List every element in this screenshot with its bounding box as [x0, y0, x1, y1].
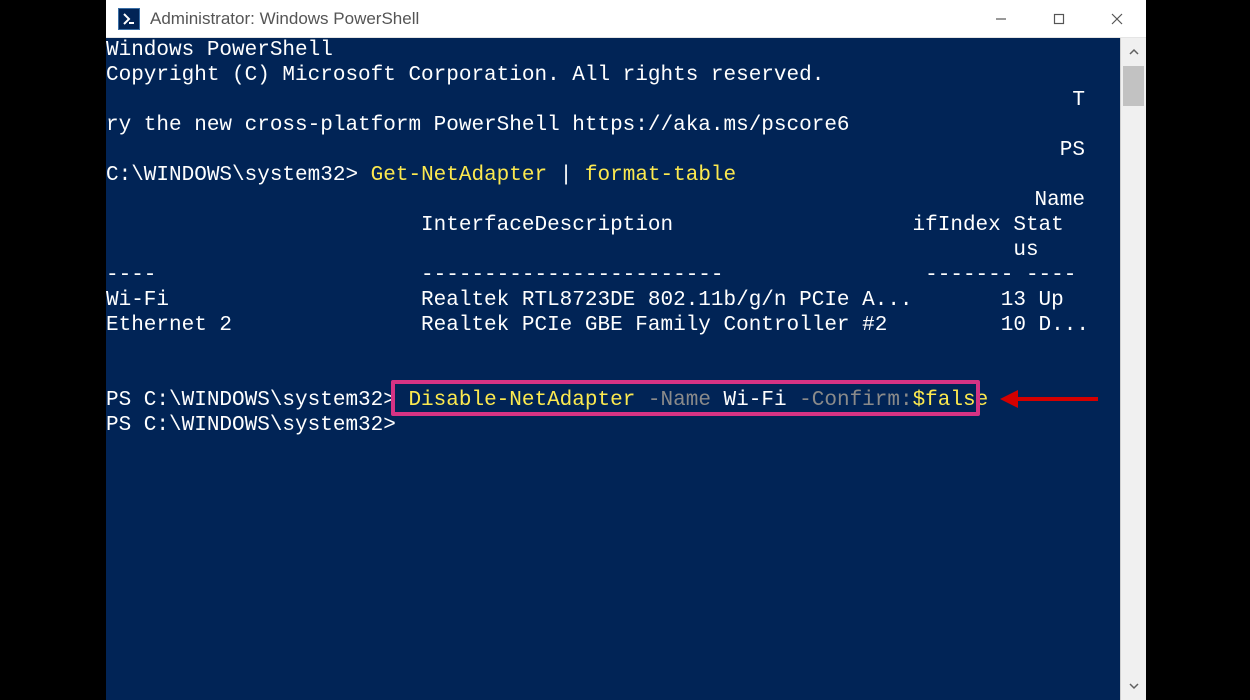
- banner-line-1: Windows PowerShell: [106, 39, 333, 62]
- terminal-pane[interactable]: Windows PowerShell Copyright (C) Microso…: [106, 38, 1120, 700]
- powershell-window: Administrator: Windows PowerShell Window…: [106, 0, 1146, 700]
- param-confirm-flag: -Confirm:: [799, 389, 912, 412]
- arrow-line: [1018, 397, 1098, 401]
- wrap-fragment-3: Name: [106, 188, 1089, 213]
- table-header: InterfaceDescription ifIndex Stat: [106, 214, 1064, 237]
- pipe: |: [547, 164, 585, 187]
- param-confirm-value: $false: [913, 389, 989, 412]
- param-name-flag: -Name: [648, 389, 711, 412]
- window-controls: [972, 0, 1146, 37]
- sp: [787, 389, 800, 412]
- vertical-scrollbar[interactable]: [1120, 38, 1146, 700]
- banner-line-2: Copyright (C) Microsoft Corporation. All…: [106, 64, 824, 87]
- cmd-get-netadapter: Get-NetAdapter: [371, 164, 547, 187]
- param-name-value: Wi-Fi: [724, 389, 787, 412]
- sp: [635, 389, 648, 412]
- annotation-arrow: [1000, 390, 1098, 408]
- try-line: ry the new cross-platform PowerShell htt…: [106, 114, 850, 137]
- window-title: Administrator: Windows PowerShell: [150, 9, 419, 29]
- close-button[interactable]: [1088, 0, 1146, 37]
- cmd-format-table: format-table: [585, 164, 736, 187]
- table-header-wrap: us: [106, 239, 1039, 262]
- maximize-button[interactable]: [1030, 0, 1088, 37]
- prompt-1: C:\WINDOWS\system32>: [106, 164, 371, 187]
- titlebar[interactable]: Administrator: Windows PowerShell: [106, 0, 1146, 38]
- table-row: Ethernet 2 Realtek PCIe GBE Family Contr…: [106, 314, 1089, 337]
- table-row: Wi-Fi Realtek RTL8723DE 802.11b/g/n PCIe…: [106, 289, 1064, 312]
- prompt-2: PS C:\WINDOWS\system32>: [106, 389, 408, 412]
- prompt-3: PS C:\WINDOWS\system32>: [106, 414, 396, 437]
- scrollbar-track[interactable]: [1121, 66, 1146, 672]
- minimize-button[interactable]: [972, 0, 1030, 37]
- wrap-fragment-2: PS: [106, 138, 1089, 163]
- table-divider: ---- ------------------------ ------- --…: [106, 264, 1076, 287]
- wrap-fragment-1: T: [106, 88, 1089, 113]
- powershell-icon: [118, 8, 140, 30]
- scroll-down-button[interactable]: [1121, 672, 1146, 700]
- arrow-head-icon: [1000, 390, 1018, 408]
- scroll-up-button[interactable]: [1121, 38, 1146, 66]
- sp: [711, 389, 724, 412]
- scrollbar-thumb[interactable]: [1123, 66, 1144, 106]
- cmd-disable-netadapter: Disable-NetAdapter: [408, 389, 635, 412]
